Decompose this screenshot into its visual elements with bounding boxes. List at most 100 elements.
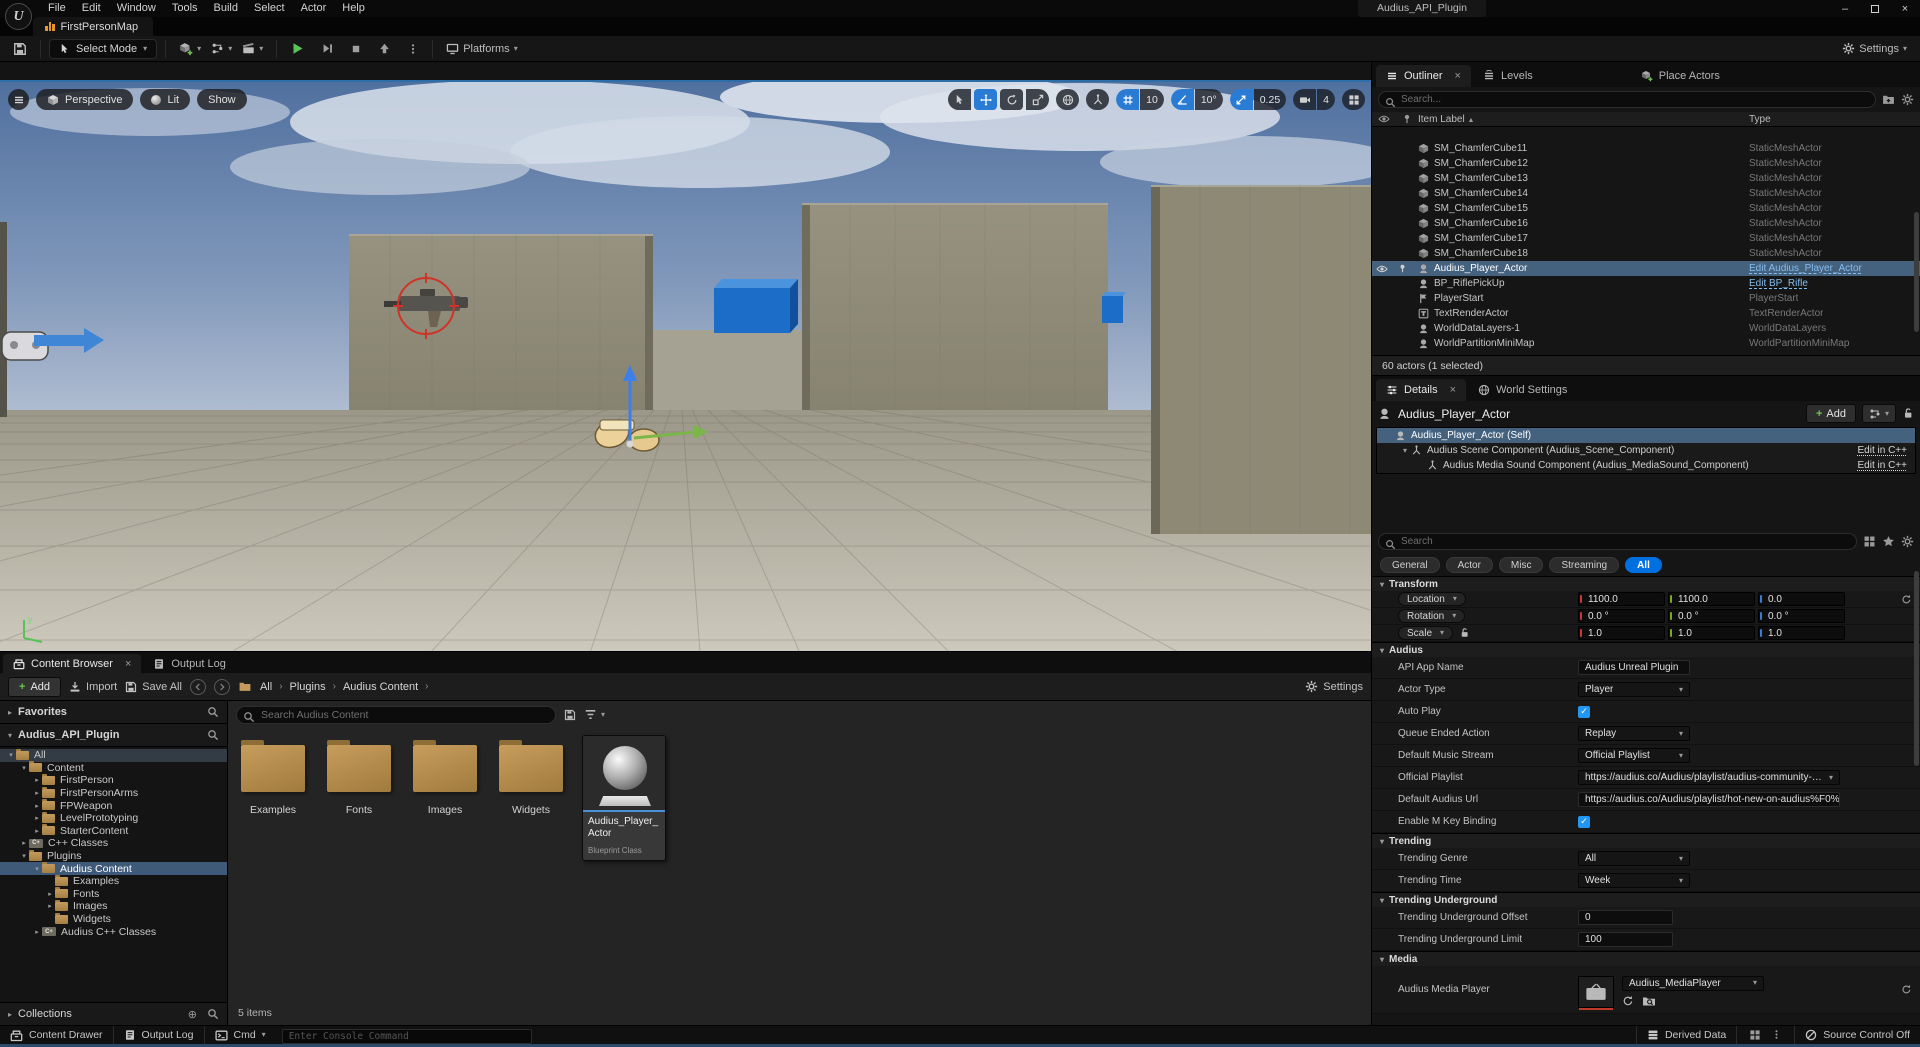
menu-select[interactable]: Select (246, 0, 293, 17)
folder-tile-widgets[interactable]: Widgets (496, 733, 566, 816)
outliner-row-sm-chamfercube16[interactable]: SM_ChamferCube16StaticMeshActor (1372, 216, 1920, 231)
close-tab-icon[interactable]: × (1450, 384, 1456, 396)
outliner-row-worlddatalayers-1[interactable]: WorldDataLayers-1WorldDataLayers (1372, 321, 1920, 336)
content-drawer-button[interactable]: Content Drawer (0, 1026, 114, 1045)
maximize-button[interactable] (1860, 0, 1890, 17)
outliner-row-sm-chamfercube15[interactable]: SM_ChamferCube15StaticMeshActor (1372, 201, 1920, 216)
outliner-row-sm-chamfercube18[interactable]: SM_ChamferCube18StaticMeshActor (1372, 246, 1920, 261)
lock-scale-icon[interactable] (1459, 627, 1470, 638)
text-input[interactable]: 100 (1578, 932, 1673, 947)
outliner-row-sm-chamfercube12[interactable]: SM_ChamferCube12StaticMeshActor (1372, 156, 1920, 171)
axis-select-dropdown[interactable]: Rotation ▾ (1398, 609, 1465, 623)
text-input[interactable]: Audius Unreal Plugin (1578, 660, 1690, 675)
text-input[interactable]: https://audius.co/Audius/playlist/hot-ne… (1578, 792, 1840, 807)
more-options-icon[interactable] (1771, 1026, 1782, 1044)
filter-chip-streaming[interactable]: Streaming (1549, 557, 1619, 573)
details-scrollbar[interactable] (1914, 571, 1919, 766)
filter-chip-misc[interactable]: Misc (1499, 557, 1544, 573)
text-input[interactable]: 0 (1578, 910, 1673, 925)
eject-button[interactable] (373, 39, 396, 59)
camera-speed-value[interactable]: 4 (1317, 89, 1335, 110)
select-tool-button[interactable] (948, 89, 971, 110)
folder-tile-examples[interactable]: Examples (238, 733, 308, 816)
tab-outliner[interactable]: Outliner× (1376, 65, 1471, 87)
outliner-row-worldpartitionminimap[interactable]: WorldPartitionMiniMapWorldPartitionMiniM… (1372, 336, 1920, 351)
blueprints-dropdown[interactable]: ▾ (206, 39, 237, 59)
tab-details[interactable]: Details× (1376, 379, 1466, 401)
reset-to-default-button[interactable] (1901, 593, 1912, 605)
vector-input[interactable]: 0.0 °0.0 °0.0 ° (1578, 609, 1845, 623)
world-local-toggle-button[interactable] (1056, 89, 1079, 110)
pin-icon[interactable] (1398, 263, 1410, 274)
outliner-settings-icon[interactable] (1901, 91, 1914, 109)
select-dropdown[interactable]: Replay▾ (1578, 726, 1690, 741)
tree-item-startercontent[interactable]: ▸StarterContent (0, 825, 227, 838)
vector-input[interactable]: 1100.01100.00.0 (1578, 592, 1845, 606)
console-command-input[interactable] (282, 1029, 532, 1044)
add-component-button[interactable]: +Add (1806, 404, 1856, 423)
axis-select-dropdown[interactable]: Location ▾ (1398, 592, 1466, 606)
outliner-search-input[interactable] (1378, 91, 1876, 108)
select-dropdown[interactable]: Player▾ (1578, 682, 1690, 697)
forward-button[interactable] (214, 679, 230, 695)
cinematics-dropdown[interactable]: ▾ (237, 39, 268, 59)
outliner-row-playerstart[interactable]: PlayerStartPlayerStart (1372, 291, 1920, 306)
component-row-audius-scene-component-audius-scene-component-[interactable]: ▾Audius Scene Component (Audius_Scene_Co… (1377, 443, 1915, 458)
grid-snap-toggle[interactable] (1116, 89, 1139, 110)
outliner-row-sm-chamfercube11[interactable]: SM_ChamferCube11StaticMeshActor (1372, 141, 1920, 156)
viewport-show-dropdown[interactable]: Show (197, 89, 247, 110)
add-collection-icon[interactable]: ⊕ (188, 1008, 197, 1021)
details-search-input[interactable] (1378, 533, 1857, 550)
filter-chip-all[interactable]: All (1625, 557, 1662, 573)
select-dropdown[interactable]: Official Playlist▾ (1578, 748, 1690, 763)
outliner-scrollbar[interactable] (1914, 212, 1919, 332)
frame-skip-button[interactable] (316, 39, 339, 59)
save-button[interactable] (8, 39, 32, 59)
select-mode-dropdown[interactable]: Select Mode▾ (49, 39, 157, 59)
menu-actor[interactable]: Actor (293, 0, 335, 17)
checkbox[interactable]: ✓ (1578, 816, 1590, 828)
back-button[interactable] (190, 679, 206, 695)
close-button[interactable]: × (1890, 0, 1920, 17)
play-button[interactable] (285, 39, 310, 59)
tab-world-settings[interactable]: World Settings (1468, 379, 1577, 401)
settings-dropdown[interactable]: Settings▾ (1837, 39, 1912, 59)
viewport-lit-dropdown[interactable]: Lit (140, 89, 190, 110)
tree-item-c-classes[interactable]: ▸C+C++ Classes (0, 837, 227, 850)
cmd-dropdown[interactable]: Cmd▾ (205, 1026, 276, 1045)
rotate-tool-button[interactable] (1000, 89, 1023, 110)
outliner-row-sm-chamfercube13[interactable]: SM_ChamferCube13StaticMeshActor (1372, 171, 1920, 186)
content-search-input[interactable] (236, 706, 556, 724)
tab-content-browser[interactable]: Content Browser× (3, 654, 141, 673)
tree-item-firstperson[interactable]: ▸FirstPerson (0, 774, 227, 787)
outliner-row-sm-chamfercube17[interactable]: SM_ChamferCube17StaticMeshActor (1372, 231, 1920, 246)
filter-chip-actor[interactable]: Actor (1446, 557, 1493, 573)
select-dropdown[interactable]: All▾ (1578, 851, 1690, 866)
tab-levels[interactable]: Levels (1473, 65, 1543, 87)
output-log-button[interactable]: Output Log (114, 1026, 205, 1045)
tree-item-images[interactable]: ▸Images (0, 900, 227, 913)
display-options-icon[interactable] (1863, 533, 1876, 551)
edit-asset-link[interactable]: Edit BP_Rifle (1749, 278, 1808, 289)
lock-details-icon[interactable] (1902, 405, 1914, 423)
collections-header[interactable]: ▸Collections ⊕ (0, 1002, 227, 1025)
blueprint-edit-dropdown[interactable]: ▾ (1862, 404, 1896, 423)
grid-snap-value[interactable]: 10 (1140, 89, 1164, 110)
breadcrumb-all[interactable]: All (260, 681, 272, 693)
select-dropdown[interactable]: Week▾ (1578, 873, 1690, 888)
tree-item-fonts[interactable]: ▸Fonts (0, 888, 227, 901)
filter-chip-general[interactable]: General (1380, 557, 1440, 573)
folder-tile-images[interactable]: Images (410, 733, 480, 816)
maximize-viewport-button[interactable] (1342, 89, 1365, 110)
filter-dropdown[interactable]: ▾ (584, 708, 605, 721)
stop-button[interactable] (345, 39, 367, 59)
tree-item-content[interactable]: ▾Content (0, 762, 227, 775)
tree-item-all[interactable]: ▾All (0, 749, 227, 762)
component-row-audius-media-sound-component-audius-mediasound-component-[interactable]: Audius Media Sound Component (Audius_Med… (1377, 458, 1915, 473)
section-header-transform[interactable]: ▾Transform (1372, 576, 1920, 591)
insights-icon[interactable] (1749, 1026, 1761, 1044)
component-row-audius-player-actor-self-[interactable]: Audius_Player_Actor (Self) (1377, 428, 1915, 443)
edit-asset-link[interactable]: Edit Audius_Player_Actor (1749, 263, 1862, 274)
axis-select-dropdown[interactable]: Scale ▾ (1398, 626, 1453, 640)
menu-file[interactable]: File (40, 0, 74, 17)
